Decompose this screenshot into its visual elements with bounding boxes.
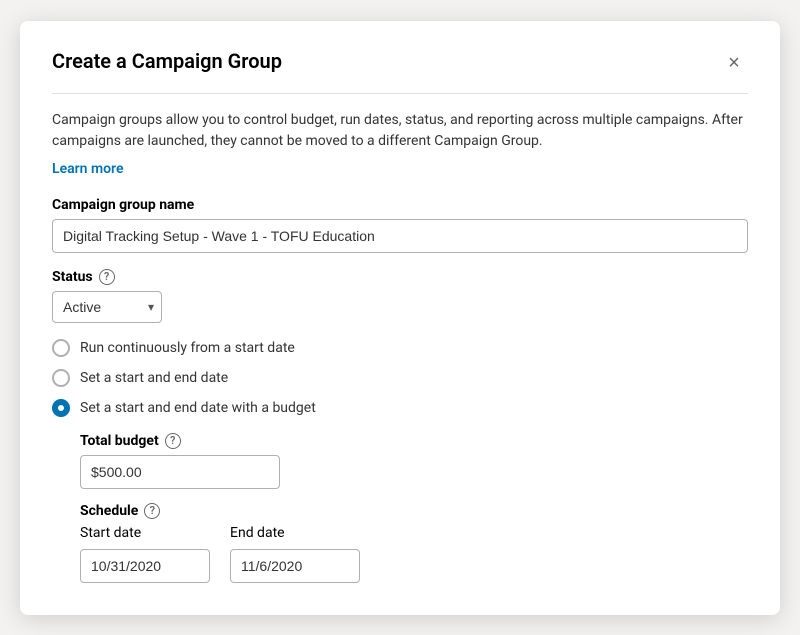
- total-budget-label: Total budget ?: [80, 433, 748, 449]
- schedule-section: Schedule ? Start date End date: [80, 503, 748, 583]
- total-budget-input[interactable]: [80, 455, 280, 489]
- status-help-icon[interactable]: ?: [99, 269, 115, 285]
- modal-header: Create a Campaign Group ×: [52, 49, 748, 94]
- start-date-input[interactable]: [80, 549, 210, 583]
- schedule-label: Schedule ?: [80, 503, 748, 519]
- total-budget-input-wrapper: [80, 455, 280, 489]
- close-button[interactable]: ×: [720, 49, 748, 77]
- radio-circle-start-end-budget: [52, 399, 70, 417]
- learn-more-link[interactable]: Learn more: [52, 161, 123, 177]
- schedule-type-radio-group: Run continuously from a start date Set a…: [52, 339, 748, 417]
- radio-circle-continuous: [52, 339, 70, 357]
- radio-item-start-end-budget[interactable]: Set a start and end date with a budget: [52, 399, 748, 417]
- end-date-label: End date: [230, 525, 360, 541]
- start-date-label: Start date: [80, 525, 210, 541]
- date-row: Start date End date: [80, 525, 748, 583]
- radio-label-start-end: Set a start and end date: [80, 370, 228, 386]
- total-budget-help-icon[interactable]: ?: [165, 433, 181, 449]
- start-date-field: Start date: [80, 525, 210, 583]
- schedule-help-icon[interactable]: ?: [144, 503, 160, 519]
- modal-title: Create a Campaign Group: [52, 49, 282, 73]
- status-select[interactable]: Active Paused Archived: [52, 291, 162, 323]
- status-label: Status ?: [52, 269, 748, 285]
- end-date-input[interactable]: [230, 549, 360, 583]
- total-budget-section: Total budget ?: [80, 433, 748, 489]
- campaign-group-name-input[interactable]: [52, 219, 748, 253]
- campaign-group-name-label: Campaign group name: [52, 197, 748, 213]
- end-date-field: End date: [230, 525, 360, 583]
- description-text: Campaign groups allow you to control bud…: [52, 110, 748, 152]
- radio-label-continuous: Run continuously from a start date: [80, 340, 295, 356]
- campaign-group-name-section: Campaign group name: [52, 197, 748, 253]
- status-select-wrapper: Active Paused Archived ▾: [52, 291, 162, 323]
- status-section: Status ? Active Paused Archived ▾: [52, 269, 748, 323]
- radio-label-start-end-budget: Set a start and end date with a budget: [80, 400, 316, 416]
- radio-item-continuous[interactable]: Run continuously from a start date: [52, 339, 748, 357]
- radio-item-start-end[interactable]: Set a start and end date: [52, 369, 748, 387]
- create-campaign-group-modal: Create a Campaign Group × Campaign group…: [20, 21, 780, 615]
- radio-circle-start-end: [52, 369, 70, 387]
